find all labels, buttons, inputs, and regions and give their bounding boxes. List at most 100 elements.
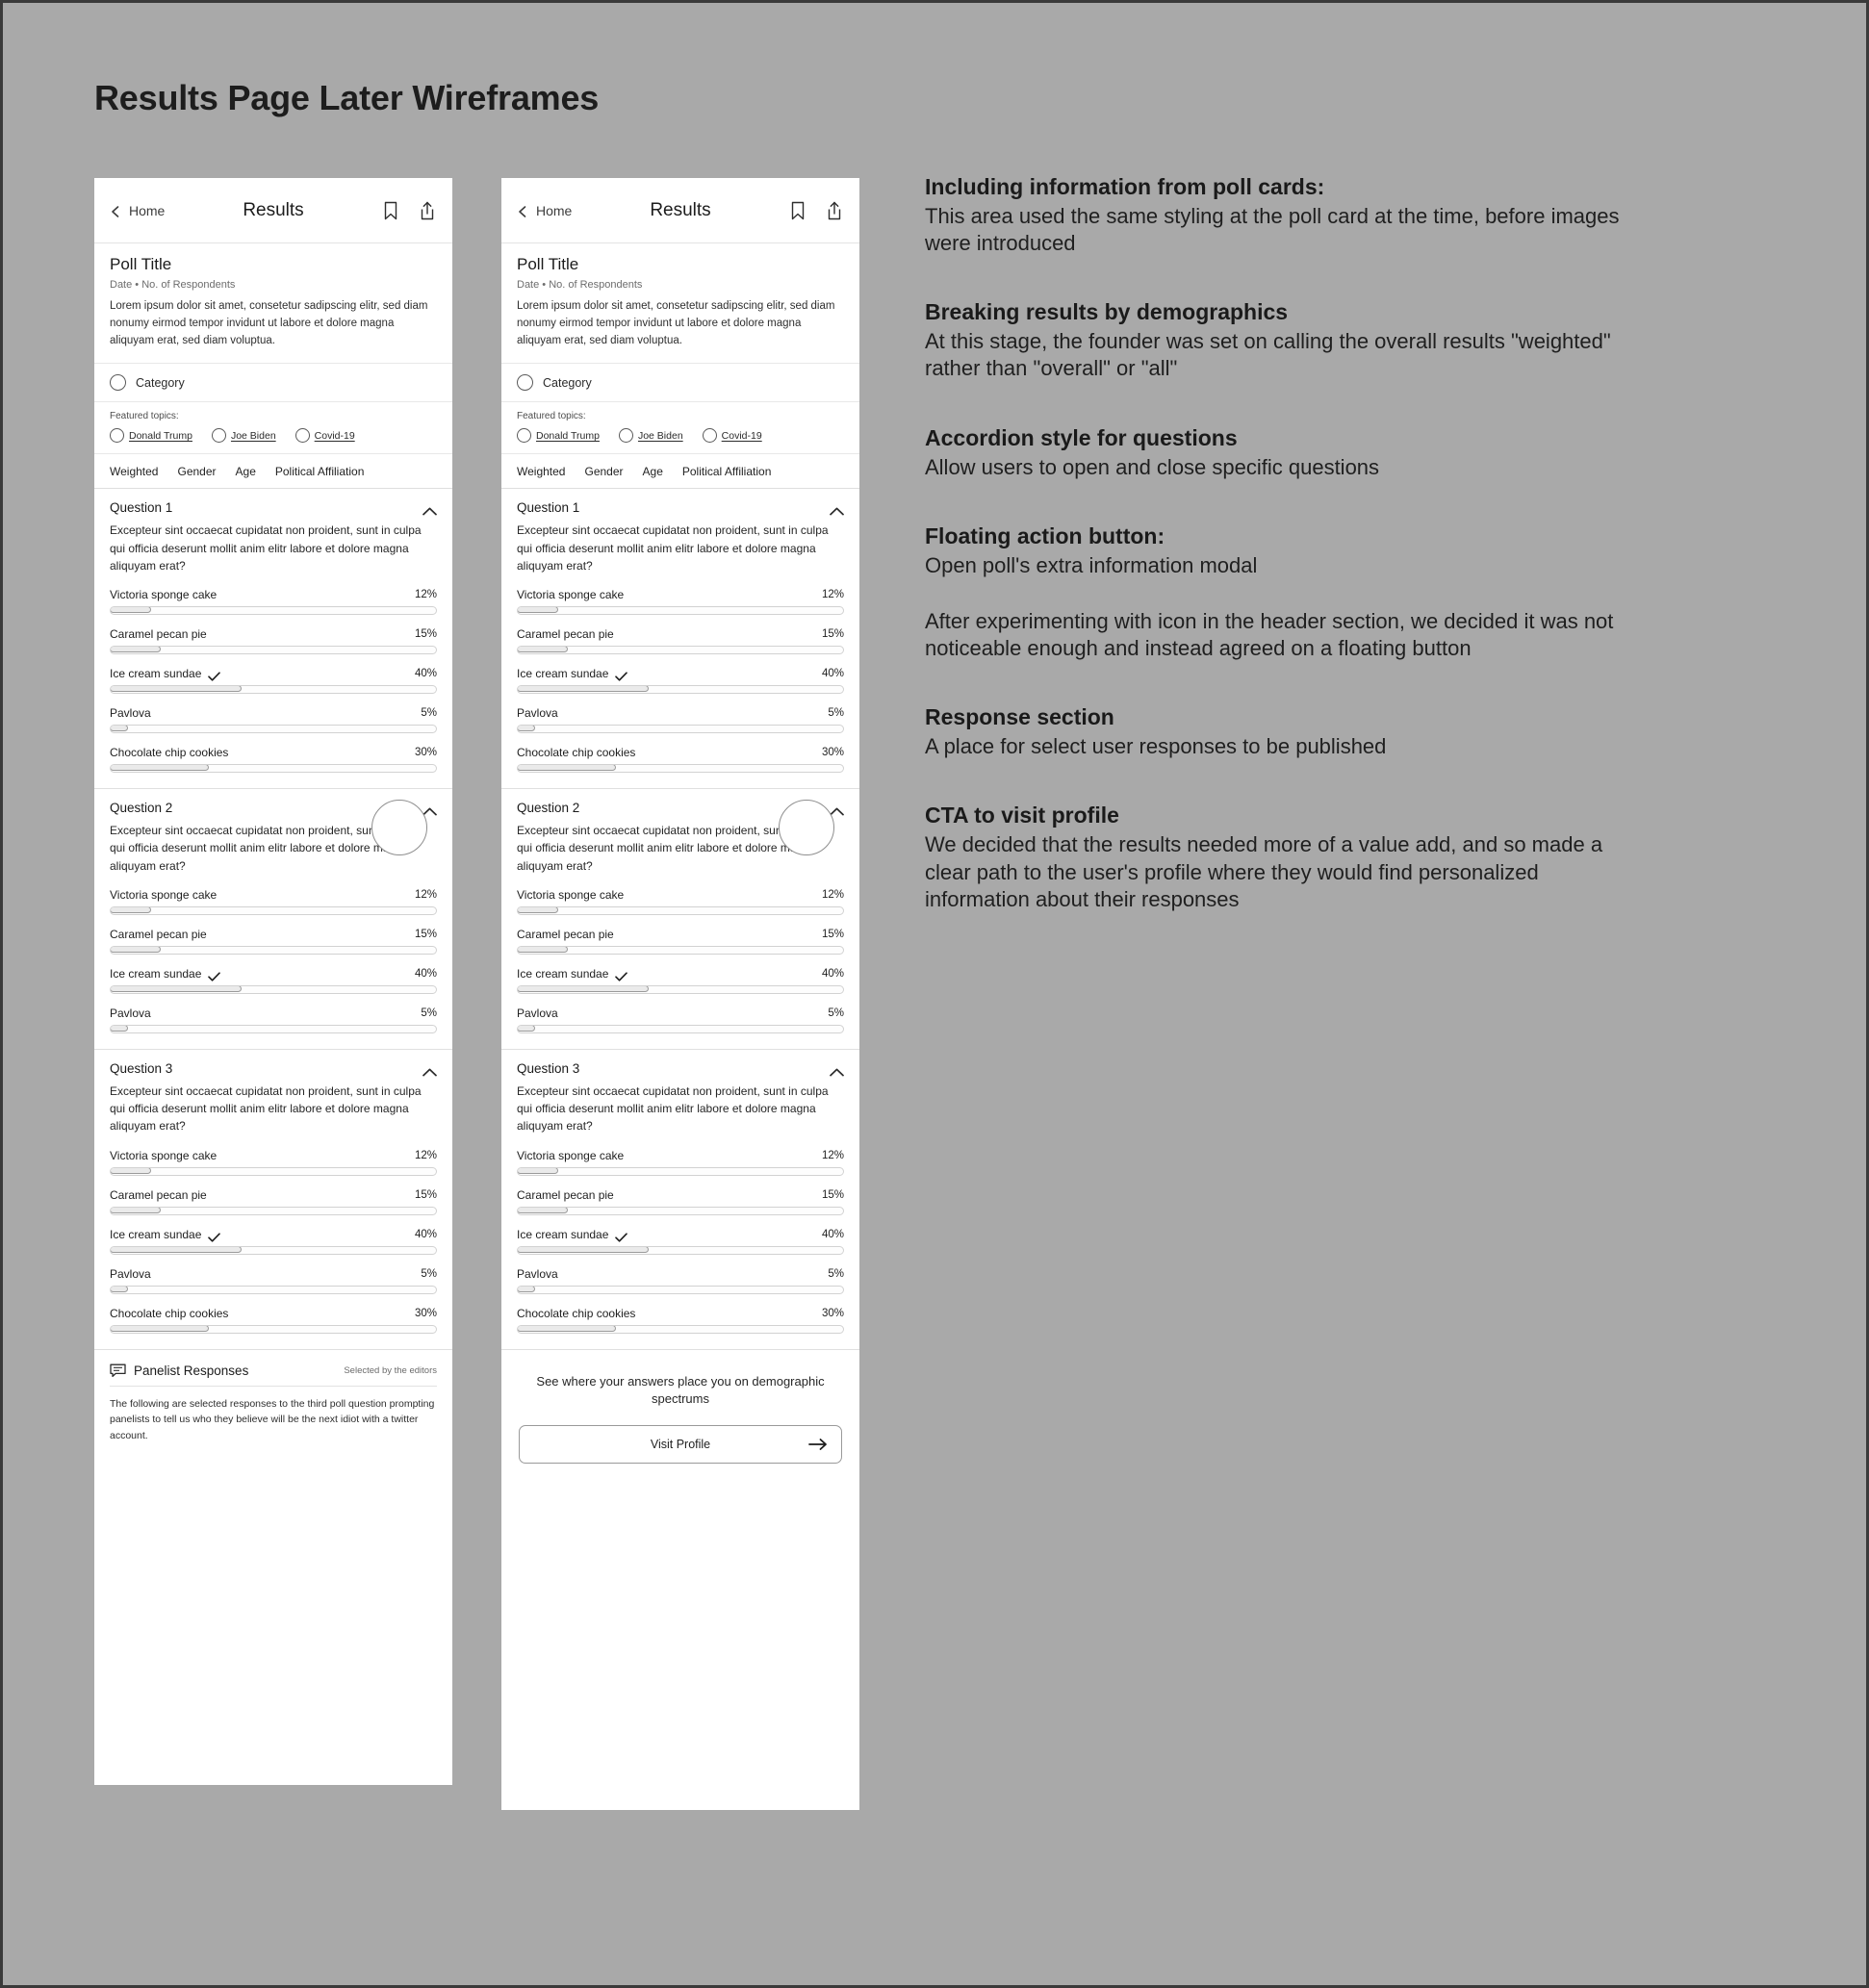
answer-header: Chocolate chip cookies 30% <box>110 1307 437 1320</box>
floating-action-button[interactable] <box>779 800 834 855</box>
annotation-title: Floating action button: <box>925 522 1165 548</box>
answer-percent: 5% <box>828 1007 844 1019</box>
question-label: Question 3 <box>110 1060 173 1076</box>
check-icon <box>208 1230 221 1242</box>
question-header[interactable]: Question 3 <box>110 1060 437 1077</box>
answer-bar-track <box>517 984 844 994</box>
answer-label: Victoria sponge cake <box>517 887 625 902</box>
category-row[interactable]: Category <box>94 364 452 403</box>
topic-label: Donald Trump <box>536 429 600 442</box>
chevron-up-icon[interactable] <box>422 803 437 816</box>
answer-row: Caramel pecan pie 15% <box>110 1188 437 1215</box>
answer-bar-track <box>517 1206 844 1215</box>
share-icon[interactable] <box>825 200 844 221</box>
annotation-title: Including information from poll cards: <box>925 174 1325 199</box>
answer-bar-fill <box>111 686 243 693</box>
question-header[interactable]: Question 3 <box>517 1061 844 1077</box>
back-button[interactable]: Home <box>517 203 572 218</box>
answer-label: Ice cream sundae <box>517 1227 609 1241</box>
answer-percent: 30% <box>414 747 437 759</box>
category-circle-icon <box>517 374 533 392</box>
answer-percent: 15% <box>414 628 437 641</box>
tab-age[interactable]: Age <box>236 465 256 478</box>
answer-percent: 5% <box>828 1267 844 1280</box>
answer-label: Ice cream sundae <box>110 966 202 981</box>
featured-topics-label: Featured topics: <box>517 411 586 422</box>
answer-label: Ice cream sundae <box>517 667 609 681</box>
poll-info: Poll Title Date • No. of Respondents Lor… <box>501 243 859 365</box>
answer-bar-track <box>110 1285 437 1294</box>
tab-political-affiliation[interactable]: Political Affiliation <box>275 465 365 478</box>
panelist-responses-section: Panelist Responses Selected by the edito… <box>94 1350 452 1462</box>
answer-row: Pavlova 5% <box>517 1007 844 1033</box>
topic-joe-biden[interactable]: Joe Biden <box>618 428 683 444</box>
annotation-title: CTA to visit profile <box>925 803 1119 828</box>
poll-info: Poll Title Date • No. of Respondents Lor… <box>94 243 452 365</box>
answer-bar-fill <box>518 1246 650 1253</box>
topic-donald-trump[interactable]: Donald Trump <box>110 428 192 444</box>
answer-row: Caramel pecan pie 15% <box>517 928 844 955</box>
answer-label: Caramel pecan pie <box>110 1187 207 1202</box>
answer-row: Victoria sponge cake 12% <box>110 588 437 616</box>
featured-topics-row: Donald Trump Joe Biden Covid-19 <box>517 428 844 444</box>
tab-weighted[interactable]: Weighted <box>110 465 158 478</box>
answer-bar-track <box>517 764 844 774</box>
answer-bar-track <box>110 1324 437 1334</box>
tab-gender[interactable]: Gender <box>584 465 623 478</box>
question-header[interactable]: Question 1 <box>110 500 437 516</box>
chevron-up-icon[interactable] <box>830 503 844 516</box>
answer-label: Pavlova <box>517 706 558 721</box>
answer-row: Ice cream sundae 40% <box>517 967 844 994</box>
answer-label: Caramel pecan pie <box>517 1187 614 1202</box>
topic-covid-19[interactable]: Covid-19 <box>702 428 762 444</box>
answer-header: Victoria sponge cake 12% <box>517 1149 844 1162</box>
topic-joe-biden[interactable]: Joe Biden <box>211 428 276 444</box>
app-header: Home Results <box>94 178 452 243</box>
answer-percent: 5% <box>421 1267 437 1280</box>
share-icon[interactable] <box>418 200 437 221</box>
answer-row: Victoria sponge cake 12% <box>517 1149 844 1176</box>
answer-row: Ice cream sundae 40% <box>110 967 437 994</box>
answer-row: Caramel pecan pie 15% <box>110 627 437 655</box>
answer-percent: 12% <box>414 1149 437 1161</box>
annotation-title: Accordion style for questions <box>925 424 1238 450</box>
answer-bar-fill <box>518 946 568 953</box>
topic-donald-trump[interactable]: Donald Trump <box>517 428 600 444</box>
tab-age[interactable]: Age <box>643 465 663 478</box>
tab-gender[interactable]: Gender <box>177 465 216 478</box>
topic-label: Covid-19 <box>721 429 762 442</box>
answer-percent: 5% <box>421 707 437 720</box>
bookmark-icon[interactable] <box>381 200 400 221</box>
answer-bar-fill <box>111 946 161 953</box>
answer-bar-track <box>110 1024 437 1033</box>
chevron-up-icon[interactable] <box>422 503 437 516</box>
chevron-up-icon[interactable] <box>830 803 844 816</box>
answer-bar-track <box>517 1166 844 1176</box>
question-block: Question 1 Excepteur sint occaecat cupida… <box>94 489 452 790</box>
chevron-up-icon[interactable] <box>830 1064 844 1077</box>
answer-bar-track <box>110 764 437 774</box>
chevron-up-icon[interactable] <box>422 1064 437 1077</box>
category-row[interactable]: Category <box>501 364 859 403</box>
answer-percent: 12% <box>414 888 437 901</box>
visit-profile-button[interactable]: Visit Profile <box>519 1425 842 1465</box>
featured-topics: Featured topics: Donald Trump Joe Biden … <box>94 402 452 455</box>
answer-row: Victoria sponge cake 12% <box>110 1149 437 1176</box>
back-label: Home <box>129 202 166 218</box>
floating-action-button[interactable] <box>371 800 427 855</box>
annotation-accordion: Accordion style for questions Allow user… <box>925 425 1637 481</box>
bookmark-icon[interactable] <box>788 200 807 221</box>
answer-label: Caramel pecan pie <box>517 927 614 941</box>
featured-topics-row: Donald Trump Joe Biden Covid-19 <box>110 428 437 444</box>
annotation-body: A place for select user responses to be … <box>925 734 1387 759</box>
answer-bar-fill <box>111 726 128 732</box>
topic-covid-19[interactable]: Covid-19 <box>294 428 355 444</box>
tab-political-affiliation[interactable]: Political Affiliation <box>682 465 772 478</box>
question-header[interactable]: Question 1 <box>517 500 844 516</box>
annotations-panel: Including information from poll cards: T… <box>925 174 1637 913</box>
back-button[interactable]: Home <box>110 203 165 218</box>
tab-weighted[interactable]: Weighted <box>517 465 565 478</box>
questions-list-2: Question 1 Excepteur sint occaecat cupida… <box>501 489 859 1350</box>
wireframe-phone-1: Home Results Poll Title Date • No. of Re <box>94 178 452 1785</box>
answer-label: Pavlova <box>110 1266 151 1281</box>
